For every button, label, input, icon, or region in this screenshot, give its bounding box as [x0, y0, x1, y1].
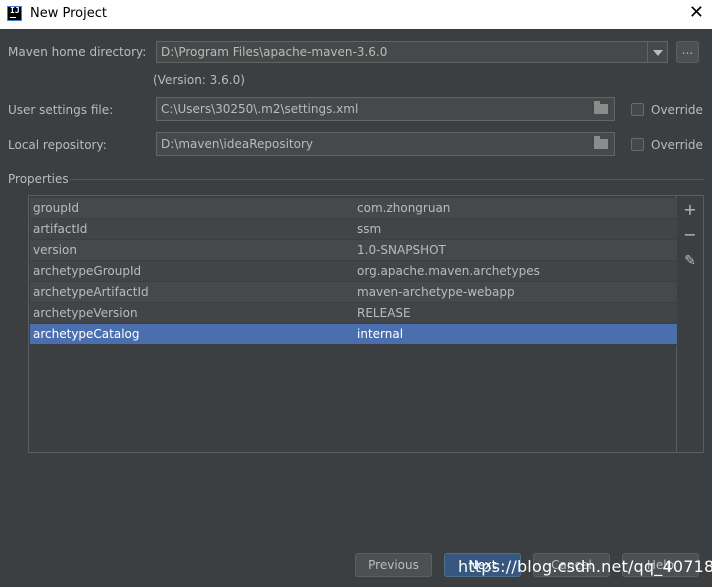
property-key: archetypeCatalog: [33, 327, 140, 341]
properties-toolbar: + − ✎: [677, 195, 704, 453]
table-row[interactable]: archetypeArtifactId maven-archetype-weba…: [30, 282, 677, 303]
table-row[interactable]: version 1.0-SNAPSHOT: [30, 240, 677, 261]
table-row[interactable]: groupId com.zhongruan: [30, 198, 677, 219]
chevron-down-icon[interactable]: [647, 42, 667, 62]
user-settings-override-label: Override: [651, 103, 703, 117]
property-key: artifactId: [33, 222, 88, 236]
remove-icon[interactable]: −: [682, 227, 698, 243]
table-row[interactable]: artifactId ssm: [30, 219, 677, 240]
properties-title: Properties: [8, 172, 69, 186]
properties-separator: [70, 179, 704, 180]
maven-home-label: Maven home directory:: [8, 45, 147, 59]
property-value: RELEASE: [357, 306, 411, 320]
user-settings-field[interactable]: C:\Users\30250\.m2\settings.xml: [156, 97, 615, 121]
local-repository-field[interactable]: D:\maven\ideaRepository: [156, 132, 615, 156]
property-value: 1.0-SNAPSHOT: [357, 243, 446, 257]
table-row[interactable]: archetypeGroupId org.apache.maven.archet…: [30, 261, 677, 282]
window-title: New Project: [30, 6, 107, 21]
property-value: maven-archetype-webapp: [357, 285, 515, 299]
folder-icon[interactable]: [594, 136, 608, 149]
property-key: archetypeGroupId: [33, 264, 142, 278]
watermark-text: https://blog.csdn.net/qq_40718312: [458, 557, 712, 576]
user-settings-label: User settings file:: [8, 103, 114, 117]
property-key: archetypeVersion: [33, 306, 138, 320]
close-icon[interactable]: ✕: [689, 3, 704, 23]
property-key: version: [33, 243, 77, 257]
property-value: com.zhongruan: [357, 201, 451, 215]
property-value: ssm: [357, 222, 382, 236]
properties-table[interactable]: groupId com.zhongruan artifactId ssm ver…: [28, 195, 677, 453]
maven-home-combobox[interactable]: D:\Program Files\apache-maven-3.6.0: [156, 41, 668, 63]
intellij-icon: IJ: [7, 6, 22, 21]
property-key: archetypeArtifactId: [33, 285, 149, 299]
local-repository-value: D:\maven\ideaRepository: [161, 137, 313, 151]
property-key: groupId: [33, 201, 80, 215]
local-repository-label: Local repository:: [8, 138, 107, 152]
maven-version-text: (Version: 3.6.0): [153, 73, 245, 87]
title-bar: IJ New Project ✕: [0, 0, 712, 29]
browse-maven-home-button[interactable]: ...: [676, 41, 699, 63]
property-value: org.apache.maven.archetypes: [357, 264, 540, 278]
add-icon[interactable]: +: [682, 202, 698, 218]
local-repository-override-checkbox[interactable]: [631, 138, 644, 151]
user-settings-override-checkbox[interactable]: [631, 103, 644, 116]
table-row-selected[interactable]: archetypeCatalog internal: [30, 324, 677, 345]
local-repository-override-label: Override: [651, 138, 703, 152]
table-row[interactable]: archetypeVersion RELEASE: [30, 303, 677, 324]
property-value: internal: [357, 327, 404, 341]
maven-home-value: D:\Program Files\apache-maven-3.6.0: [161, 45, 388, 59]
folder-icon[interactable]: [594, 101, 608, 114]
edit-icon[interactable]: ✎: [682, 253, 698, 269]
user-settings-value: C:\Users\30250\.m2\settings.xml: [161, 102, 359, 116]
previous-button[interactable]: Previous: [355, 553, 432, 577]
